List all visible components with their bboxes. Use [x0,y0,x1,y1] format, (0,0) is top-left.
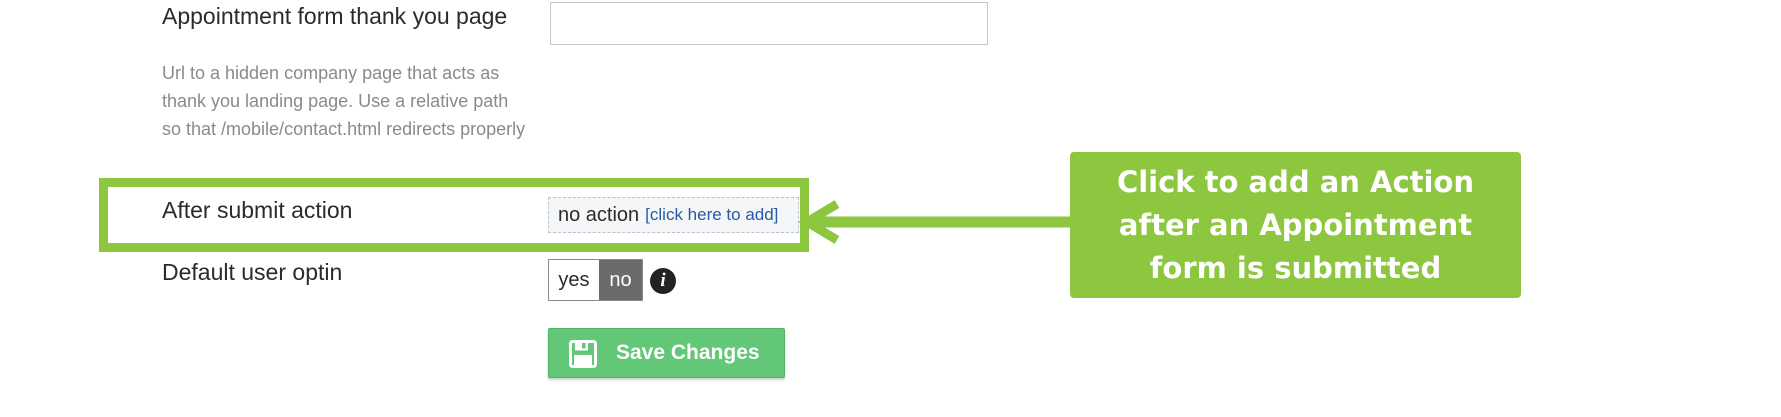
optin-toggle[interactable]: yes no [548,259,643,301]
optin-yes-option[interactable]: yes [549,260,599,300]
save-changes-button[interactable]: Save Changes [548,328,785,378]
after-submit-action-field: no action [click here to add] [548,197,799,233]
callout-line-3: form is submitted [1149,250,1442,285]
callout-annotation: Click to add an Action after an Appointm… [1070,152,1521,298]
thank-you-page-label: Appointment form thank you page [162,3,508,29]
add-action-link[interactable]: [click here to add] [645,205,778,225]
settings-form: Appointment form thank you page Url to a… [0,0,1781,417]
optin-no-option[interactable]: no [598,260,642,300]
floppy-disk-icon [569,340,597,368]
info-icon[interactable]: i [650,268,676,294]
default-user-optin-label: Default user optin [162,259,343,285]
thank-you-page-input[interactable] [550,2,988,45]
save-changes-label: Save Changes [616,341,760,364]
callout-line-1: Click to add an Action [1116,164,1475,199]
callout-line-2: after an Appointment [1118,207,1473,242]
after-submit-label: After submit action [162,197,353,223]
thank-you-page-help: Url to a hidden company page that acts a… [162,63,526,139]
after-submit-value: no action [558,203,640,226]
